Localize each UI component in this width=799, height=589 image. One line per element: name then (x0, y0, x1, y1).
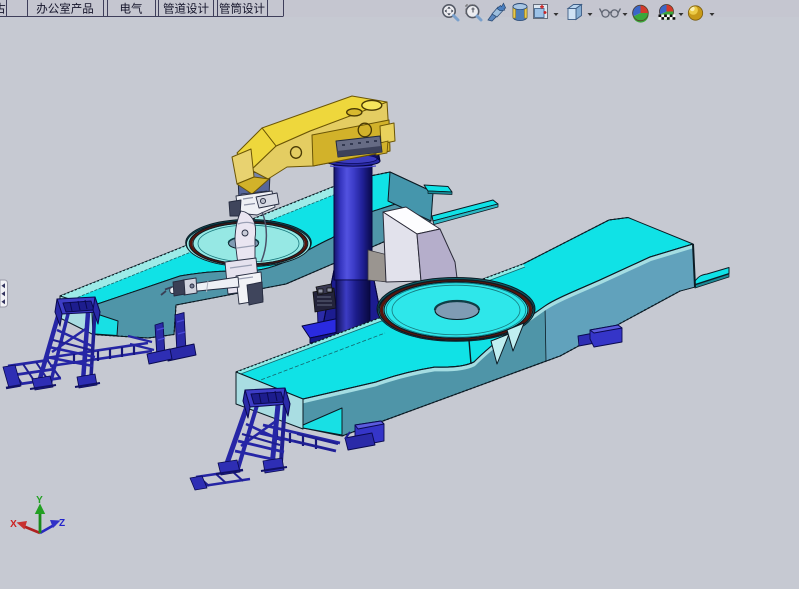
svg-text:管筒设计: 管筒设计 (219, 2, 265, 16)
svg-text:Z: Z (59, 518, 65, 529)
svg-text:古: 古 (0, 2, 6, 16)
svg-text:办公室产品: 办公室产品 (36, 2, 94, 16)
svg-text:X: X (10, 519, 17, 530)
svg-text:电气: 电气 (120, 2, 143, 16)
svg-text:管道设计: 管道设计 (163, 2, 209, 16)
svg-text:Y: Y (36, 495, 43, 506)
